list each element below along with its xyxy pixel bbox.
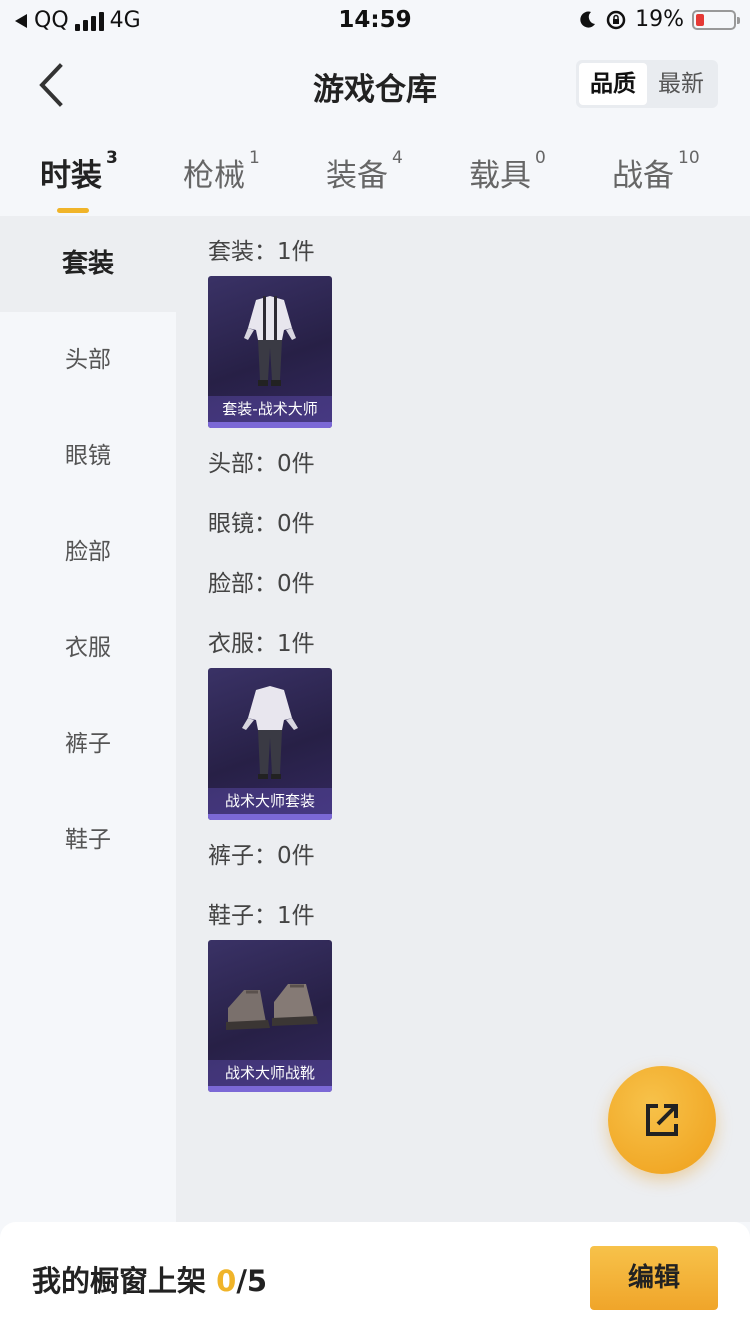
item-card-clothes[interactable]: 战术大师套装 — [208, 668, 332, 820]
tab-fashion[interactable]: 时装 3 — [40, 148, 118, 213]
rotation-lock-icon — [606, 10, 626, 29]
item-name: 战术大师套装 — [208, 788, 332, 814]
tab-count: 4 — [392, 148, 403, 168]
subnav-item-shoes[interactable]: 鞋子 — [0, 792, 176, 888]
sort-toggle: 品质 最新 — [576, 60, 718, 108]
tab-label: 战备 — [612, 158, 674, 194]
moon-icon — [580, 11, 596, 28]
subnav-item-pants[interactable]: 裤子 — [0, 696, 176, 792]
outfit-icon — [244, 296, 296, 386]
subnav-item-glasses[interactable]: 眼镜 — [0, 408, 176, 504]
clothes-icon — [242, 686, 298, 779]
battery-percent: 19% — [635, 7, 684, 32]
tab-count: 0 — [535, 148, 546, 168]
item-name: 套装-战术大师 — [208, 396, 332, 422]
tab-vehicles[interactable]: 载具 0 — [469, 148, 546, 195]
external-link-icon — [646, 1104, 678, 1136]
section-title-glasses: 眼镜：0件 — [208, 511, 315, 537]
showcase-total: /5 — [236, 1264, 268, 1298]
subnav-item-suit[interactable]: 套装 — [0, 216, 176, 312]
subnav-item-head[interactable]: 头部 — [0, 312, 176, 408]
tab-label: 枪械 — [183, 158, 245, 194]
tab-equipment[interactable]: 装备 4 — [326, 148, 403, 195]
rarity-strip — [208, 1086, 332, 1092]
rarity-strip — [208, 422, 332, 428]
section-title-face: 脸部：0件 — [208, 571, 315, 597]
subcategory-nav: 套装 头部 眼镜 脸部 衣服 裤子 鞋子 — [0, 216, 176, 1222]
tab-label: 载具 — [469, 158, 531, 194]
subnav-item-face[interactable]: 脸部 — [0, 504, 176, 600]
showcase-count: 0 — [216, 1264, 237, 1298]
status-bar: QQ 4G 14:59 19% — [0, 0, 750, 40]
item-name: 战术大师战靴 — [208, 1060, 332, 1086]
edit-button[interactable]: 编辑 — [590, 1246, 718, 1310]
tab-count: 1 — [249, 148, 260, 168]
item-card-shoes[interactable]: 战术大师战靴 — [208, 940, 332, 1092]
category-tabs: 时装 3 枪械 1 装备 4 载具 0 战备 10 — [0, 140, 750, 216]
showcase-status: 我的橱窗上架 0/5 — [32, 1258, 267, 1300]
rarity-strip — [208, 814, 332, 820]
section-title-clothes: 衣服：1件 — [208, 631, 315, 657]
tab-count: 10 — [678, 148, 700, 168]
boots-icon — [226, 984, 318, 1030]
tab-active-indicator — [57, 208, 89, 213]
tab-label: 时装 — [40, 158, 102, 194]
status-right: 19% — [577, 7, 740, 32]
subnav-item-clothes[interactable]: 衣服 — [0, 600, 176, 696]
bottom-bar: 我的橱窗上架 0/5 编辑 — [0, 1222, 750, 1334]
tab-supplies[interactable]: 战备 10 — [612, 148, 700, 195]
sort-option-quality[interactable]: 品质 — [579, 63, 647, 105]
tab-label: 装备 — [326, 158, 388, 194]
showcase-label: 我的橱窗上架 — [32, 1264, 207, 1298]
tab-count: 3 — [106, 148, 118, 168]
item-card-suit[interactable]: 套装-战术大师 — [208, 276, 332, 428]
section-title-pants: 裤子：0件 — [208, 843, 315, 869]
section-title-shoes: 鞋子：1件 — [208, 903, 315, 929]
sort-option-newest[interactable]: 最新 — [647, 63, 715, 105]
section-title-head: 头部：0件 — [208, 451, 315, 477]
section-title-suit: 套装：1件 — [208, 239, 315, 265]
tab-guns[interactable]: 枪械 1 — [183, 148, 260, 195]
battery-icon — [692, 9, 740, 30]
header: 游戏仓库 品质 最新 — [0, 40, 750, 130]
share-fab-button[interactable] — [608, 1066, 716, 1174]
